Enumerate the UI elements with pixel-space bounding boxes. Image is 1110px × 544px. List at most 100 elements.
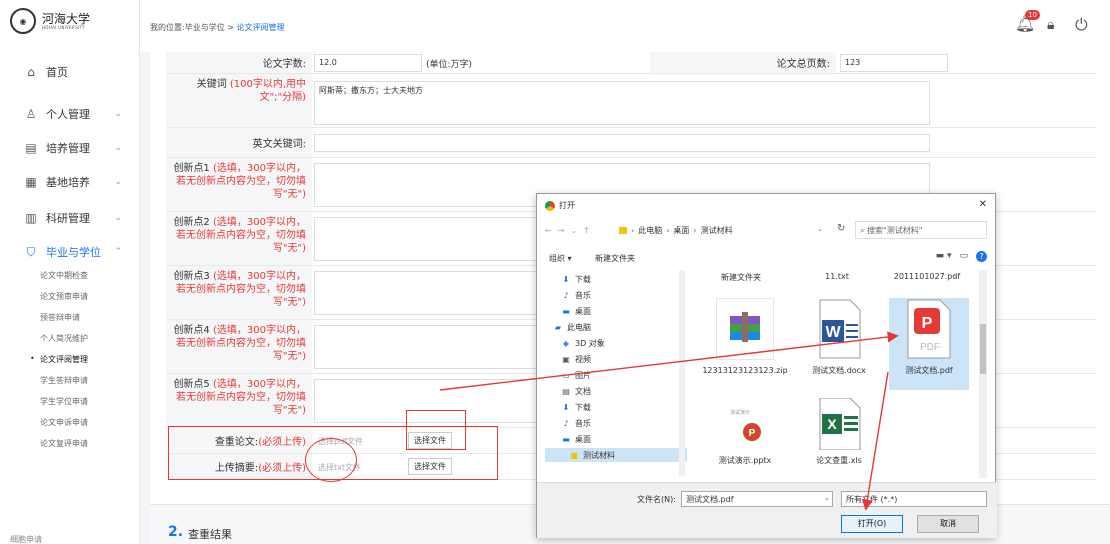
university-logo: ◉ 河海大学 HOHAI UNIVERSITY: [10, 8, 90, 34]
sidebar-item-research[interactable]: ▥ 科研管理 ⌄: [0, 208, 140, 228]
preview-pane-icon[interactable]: ▭: [959, 251, 968, 262]
english-keywords-row: 英文关键词:: [166, 128, 1096, 158]
tree-item-pictures[interactable]: ▭ 图片: [545, 368, 687, 382]
close-icon[interactable]: ✕: [979, 199, 987, 210]
music-icon: ♪: [563, 290, 569, 300]
filename-input[interactable]: 测试文档.pdf: [681, 491, 833, 507]
tree-item-video[interactable]: ▣ 视频: [545, 352, 687, 366]
section-title: 查重结果: [188, 528, 232, 541]
tree-scrollbar[interactable]: [679, 270, 685, 476]
word-count-unit: (单位:万字): [426, 60, 473, 70]
innovation-label-text: 创新点2: [173, 217, 210, 228]
tree-item-3d[interactable]: ◆ 3D 对象: [545, 336, 687, 350]
tree-item-test-materials[interactable]: ■ 测试材料: [545, 448, 687, 462]
subitem-review-management[interactable]: 论文评阅管理: [30, 354, 88, 365]
files-scroll-thumb[interactable]: [980, 324, 986, 374]
sidebar-item-label: 基地培养: [46, 176, 90, 189]
chevron-right-icon: ›: [631, 225, 635, 235]
file-tile-xls[interactable]: X 论文查重.xls: [793, 397, 885, 474]
search-icon: ⌕: [860, 226, 868, 235]
word-count-input[interactable]: 12.0: [314, 54, 422, 72]
tree-item-label: 桌面: [575, 434, 591, 444]
svg-text:PDF: PDF: [920, 342, 940, 353]
address-segment[interactable]: 此电脑: [638, 225, 662, 236]
tree-item-music-2[interactable]: ♪ 音乐: [545, 416, 687, 430]
power-icon[interactable]: ⏻: [1075, 15, 1088, 35]
total-pages-input[interactable]: 123: [840, 54, 948, 72]
subitem-profile[interactable]: 个人简况维护: [40, 333, 88, 344]
svg-text:X: X: [827, 416, 837, 432]
folder-icon: [619, 226, 627, 234]
tree-item-desktop-2[interactable]: ▬ 桌面: [545, 432, 687, 446]
innovation-label-text: 创新点5: [173, 379, 210, 390]
sidebar-item-label: 毕业与学位: [46, 246, 101, 259]
english-keywords-input[interactable]: [314, 134, 930, 152]
notification-bell-icon[interactable]: 🔔︎ 10: [1015, 10, 1040, 38]
chevron-down-icon[interactable]: ⌄: [824, 494, 830, 502]
keywords-textarea[interactable]: 阿斯蒂；撒东方；士大夫地方: [314, 81, 930, 125]
sidebar-item-personal[interactable]: ♙ 个人管理 ⌄: [0, 104, 140, 124]
graduation-cap-icon: ⛉: [26, 244, 36, 259]
dialog-search-input[interactable]: ⌕ 搜索"测试材料": [855, 221, 987, 239]
tree-item-label: 视频: [575, 354, 591, 364]
search-placeholder: 搜索"测试材料": [867, 226, 923, 235]
refresh-icon[interactable]: ↻: [837, 223, 845, 234]
view-mode-icon[interactable]: ▬ ▾: [936, 251, 952, 262]
subitem-appeal[interactable]: 论文申诉申请: [40, 417, 88, 428]
address-segment[interactable]: 测试材料: [701, 225, 733, 236]
files-scrollbar[interactable]: [979, 270, 987, 478]
chevron-right-icon: ›: [666, 225, 670, 235]
chevron-down-icon[interactable]: ⌄: [817, 225, 823, 233]
tree-item-this-pc[interactable]: ▰ 此电脑: [545, 320, 687, 334]
address-bar[interactable]: › 此电脑 › 桌面 › 测试材料: [615, 221, 825, 239]
cancel-button[interactable]: 取消: [917, 515, 979, 533]
word-count-row: 论文字数: 12.0 (单位:万字) 论文总页数: 123: [166, 52, 1096, 74]
subitem-prereview[interactable]: 论文预审申请: [40, 291, 88, 302]
file-name: 论文查重.xls: [816, 456, 862, 465]
chevron-down-icon: ⌄: [114, 177, 122, 187]
sidebar-bottom-link[interactable]: 细胞申请: [10, 534, 42, 544]
breadcrumb-current[interactable]: 论文评阅管理: [237, 23, 285, 32]
tree-item-downloads[interactable]: ⬇ 下载: [545, 272, 687, 286]
subitem-defense[interactable]: 学生答辩申请: [40, 375, 88, 386]
tree-item-documents[interactable]: ▤ 文档: [545, 384, 687, 398]
zip-archive-icon: [715, 297, 775, 361]
open-button[interactable]: 打开(O): [841, 515, 903, 533]
back-forward-up-icons[interactable]: ←→⌄↑: [545, 226, 596, 235]
sidebar-item-training[interactable]: ▤ 培养管理 ⌄: [0, 138, 140, 158]
subitem-predefense[interactable]: 预答辩申请: [40, 312, 80, 323]
word-count-label: 论文字数:: [166, 52, 312, 73]
filetype-select[interactable]: 所有文件 (*.*): [841, 491, 987, 507]
sidebar-item-graduation[interactable]: ⛉ 毕业与学位 ⌃: [0, 242, 140, 262]
file-tile-pptx[interactable]: 测试演示 P 测试演示.pptx: [699, 398, 791, 474]
tree-item-music[interactable]: ♪ 音乐: [545, 288, 687, 302]
address-segment[interactable]: 桌面: [673, 225, 689, 236]
sidebar-item-base[interactable]: ▦ 基地培养 ⌄: [0, 172, 140, 192]
sidebar-item-home[interactable]: ⌂ 首页: [0, 62, 140, 82]
chevron-down-icon: ⌄: [114, 143, 122, 153]
lock-icon[interactable]: 🔒︎: [1047, 17, 1054, 33]
breadcrumb: 我的位置:毕业与学位 > 论文评阅管理: [150, 22, 285, 33]
subitem-rereview[interactable]: 论文复评申请: [40, 438, 88, 449]
tree-item-downloads-2[interactable]: ⬇ 下载: [545, 400, 687, 414]
subitem-midterm-check[interactable]: 论文中期检查: [40, 270, 88, 281]
top-bar: 我的位置:毕业与学位 > 论文评阅管理 🔔︎ 10 🔒︎ ⏻: [140, 0, 1110, 52]
tree-item-desktop[interactable]: ▬ 桌面: [545, 304, 687, 318]
help-icon[interactable]: ?: [976, 251, 987, 262]
dialog-title: 打开: [545, 200, 575, 211]
document-icon: ▤: [562, 386, 570, 396]
file-name: 测试文档.pdf: [905, 366, 953, 375]
file-top-new-folder[interactable]: 新建文件夹: [695, 272, 787, 283]
tree-item-label: 文档: [575, 386, 591, 396]
file-tile-docx[interactable]: W 测试文档.docx: [793, 298, 885, 390]
file-top-txt[interactable]: 11.txt: [791, 272, 883, 281]
file-tile-pdf[interactable]: P PDF 测试文档.pdf: [889, 298, 969, 390]
pdf-icon: P PDF: [907, 299, 951, 359]
file-tile-zip[interactable]: 12313123123123.zip: [699, 297, 791, 390]
organize-button[interactable]: 组织 ▾: [549, 253, 572, 264]
subitem-degree[interactable]: 学生学位申请: [40, 396, 88, 407]
video-icon: ▣: [562, 354, 570, 364]
file-top-pdf[interactable]: 2011101027.pdf: [887, 272, 967, 281]
new-folder-button[interactable]: 新建文件夹: [595, 253, 635, 264]
svg-text:W: W: [825, 324, 841, 341]
